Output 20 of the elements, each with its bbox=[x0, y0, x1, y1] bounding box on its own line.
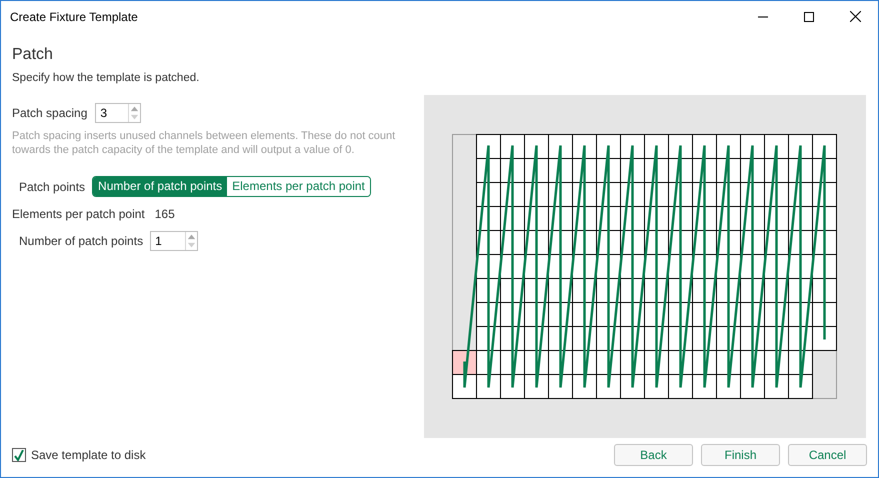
window-title: Create Fixture Template bbox=[9, 8, 139, 26]
field-label: Number of patch points bbox=[19, 233, 144, 250]
close-icon[interactable] bbox=[850, 11, 861, 22]
patch-points-input[interactable]: 1 bbox=[150, 231, 198, 252]
spacing-input[interactable]: 3 bbox=[95, 103, 142, 124]
dialog-button[interactable]: Cancel bbox=[788, 444, 867, 466]
field-label: Patch points bbox=[19, 178, 86, 196]
page-subtitle: Specify how the template is patched. bbox=[12, 71, 200, 86]
checkbox[interactable] bbox=[12, 448, 26, 462]
segment-tab[interactable]: Number of patch points bbox=[93, 177, 228, 196]
field-value: 165 bbox=[154, 206, 175, 224]
field-label: Elements per patch point bbox=[12, 206, 145, 224]
dialog-button[interactable]: Finish bbox=[701, 444, 780, 466]
maximize-icon[interactable] bbox=[804, 12, 814, 22]
field-label: Patch spacing bbox=[12, 105, 88, 122]
page-heading: Patch bbox=[12, 45, 54, 65]
checkbox-label: Save template to disk bbox=[31, 447, 146, 464]
dialog-button[interactable]: Back bbox=[614, 444, 693, 466]
hint-text: Patch spacing inserts unused channels between elements. These do not count towards the patch capacity of the template and will output a value of 0. bbox=[12, 129, 396, 158]
check-icon bbox=[14, 450, 24, 460]
